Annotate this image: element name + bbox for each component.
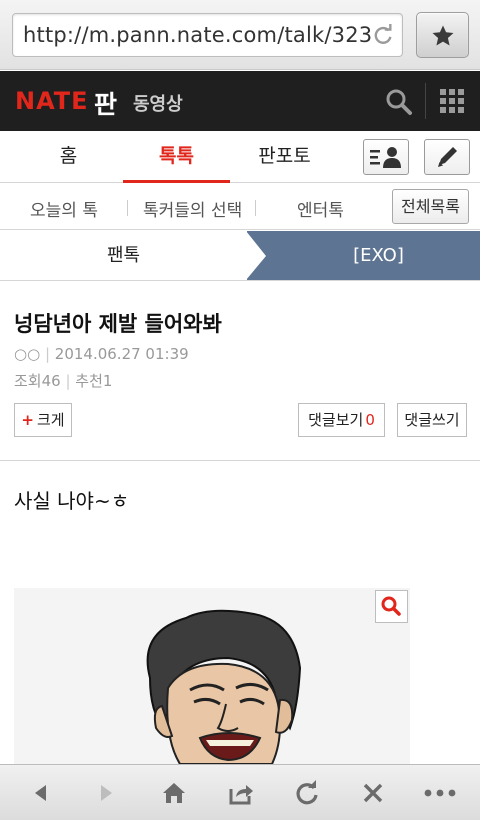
post-image[interactable] (14, 588, 410, 764)
post-meta: ○○ | 2014.06.27 01:39 (14, 345, 189, 363)
breadcrumb-arrow (246, 231, 266, 280)
all-list-button[interactable]: 전체목록 (392, 189, 469, 224)
my-profile-button[interactable] (363, 139, 409, 175)
more-icon[interactable] (423, 779, 457, 807)
subtab-entertain[interactable]: 엔터톡 (297, 196, 344, 221)
write-post-button[interactable] (424, 139, 470, 175)
comment-count: 0 (365, 411, 375, 429)
tab-home[interactable]: 홈 (15, 131, 122, 183)
post-title: 넝담년아 제발 들어와봐 (14, 312, 222, 336)
plus-icon: + (21, 411, 34, 429)
post-recommends: 추천1 (75, 372, 113, 390)
video-link[interactable]: 동영상 (133, 90, 183, 116)
pencil-icon (438, 147, 457, 167)
search-icon[interactable] (385, 88, 413, 116)
url-input[interactable]: http://m.pann.nate.com/talk/32321 (12, 13, 403, 57)
back-icon[interactable] (27, 779, 55, 807)
apps-grid-icon[interactable] (440, 89, 464, 113)
post-body: 사실 나야~ㅎ (14, 489, 130, 513)
text-size-button[interactable]: + 크게 (14, 403, 72, 437)
post-author: ○○ (14, 345, 41, 363)
browser-address-bar: http://m.pann.nate.com/talk/32321 (0, 0, 480, 70)
nate-logo[interactable]: NATE (15, 87, 89, 115)
site-header: NATE 판 동영상 (0, 71, 480, 131)
browser-toolbar (0, 764, 480, 820)
breadcrumb-category[interactable]: 팬톡 (0, 231, 247, 280)
tab-talk[interactable]: 톡톡 (123, 131, 230, 183)
view-comments-button[interactable]: 댓글보기 0 (298, 403, 385, 437)
zoom-icon (381, 596, 401, 616)
breadcrumb: 팬톡 [EXO] (0, 231, 480, 281)
pann-logo[interactable]: 판 (94, 85, 117, 121)
subtab-talkers-choice[interactable]: 톡커들의 선택 (143, 196, 242, 221)
url-text: http://m.pann.nate.com/talk/32321 (23, 23, 373, 47)
post-date: 2014.06.27 01:39 (54, 345, 189, 363)
view-comments-label: 댓글보기 (308, 411, 364, 429)
reload-icon[interactable] (372, 24, 394, 46)
text-size-label: 크게 (36, 411, 65, 429)
close-icon[interactable] (359, 779, 387, 807)
refresh-icon[interactable] (293, 779, 321, 807)
share-icon[interactable] (227, 779, 255, 807)
header-divider (425, 83, 426, 119)
home-icon[interactable] (160, 779, 188, 807)
image-zoom-button[interactable] (375, 590, 408, 623)
profile-list-icon (370, 147, 401, 168)
subtab-today[interactable]: 오늘의 톡 (30, 196, 98, 221)
post-divider (0, 460, 480, 461)
post-views: 조회46 (14, 372, 61, 390)
bookmark-button[interactable] (416, 12, 469, 58)
write-comment-button[interactable]: 댓글쓰기 (397, 403, 467, 437)
subtab-separator (127, 200, 128, 216)
tab-pann-photo[interactable]: 판포토 (231, 131, 338, 183)
sub-tabs: 오늘의 톡 톡커들의 선택 엔터톡 전체목록 (0, 184, 480, 230)
subtab-separator (255, 200, 256, 216)
breadcrumb-board[interactable]: [EXO] (247, 231, 480, 280)
star-icon (432, 25, 454, 46)
post-stats: 조회46 | 추천1 (14, 372, 113, 390)
meme-face-image (14, 588, 410, 764)
forward-icon[interactable] (92, 779, 120, 807)
main-tabs: 홈 톡톡 판포토 (0, 131, 480, 183)
